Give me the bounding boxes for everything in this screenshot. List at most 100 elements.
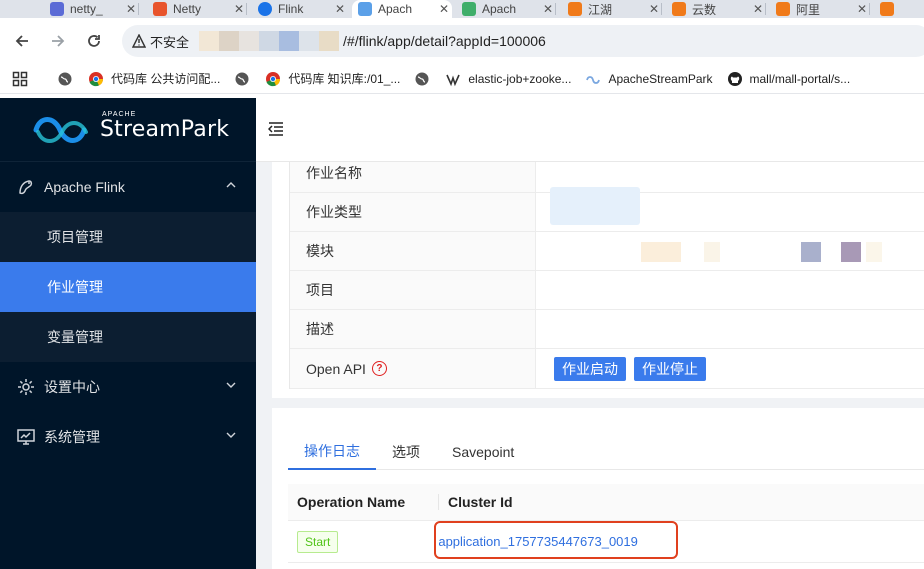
sidebar-item-label: 变量管理	[47, 329, 103, 345]
bookmark-item[interactable]: 代码库 知识库:/01_...	[265, 70, 400, 87]
browser-tab[interactable]: netty_ ✕	[44, 0, 139, 18]
close-icon[interactable]: ✕	[854, 2, 870, 16]
app-header	[256, 98, 924, 162]
chevron-down-icon	[226, 382, 236, 388]
monitor-icon	[17, 429, 35, 445]
menu-fold-icon[interactable]	[268, 122, 284, 136]
start-job-button[interactable]: 作业启动	[554, 356, 626, 381]
close-icon[interactable]: ✕	[123, 2, 139, 16]
app-logo[interactable]: APACHE StreamPark	[0, 98, 256, 162]
bookmark-item[interactable]	[414, 71, 437, 87]
chevron-up-icon	[226, 182, 236, 188]
detail-value	[536, 232, 924, 270]
column-header-cluster-id: Cluster Id	[438, 494, 513, 510]
sidebar-item-label: 设置中心	[44, 379, 100, 395]
detail-card: 作业名称 作业类型 模块 项目 描述 Open API ? 作业启动 作业停止	[272, 162, 924, 398]
tab-options[interactable]: 选项	[376, 434, 436, 470]
help-icon[interactable]: ?	[371, 361, 387, 376]
bookmark-label: mall/mall-portal/s...	[749, 71, 851, 86]
browser-tab[interactable]: 江湖 ✕	[562, 0, 662, 18]
sidebar-item-settings[interactable]: 设置中心	[0, 362, 256, 412]
close-icon[interactable]: ✕	[750, 2, 766, 16]
detail-tabs: 操作日志 选项 Savepoint	[288, 434, 924, 470]
bookmark-item[interactable]	[57, 71, 80, 87]
apps-bookmark[interactable]	[12, 71, 35, 87]
sidebar-item-label: Apache Flink	[44, 179, 125, 195]
detail-value	[536, 187, 924, 231]
tab-favicon-icon	[462, 2, 476, 16]
tab-favicon-icon	[358, 2, 372, 16]
globe-icon	[235, 72, 249, 85]
reload-button[interactable]	[83, 30, 105, 52]
globe-icon	[415, 72, 429, 85]
browser-tab-label: 江湖	[588, 2, 613, 17]
bookmark-item[interactable]: mall/mall-portal/s...	[727, 71, 851, 87]
warning-triangle-icon	[132, 34, 146, 48]
tab-savepoint[interactable]: Savepoint	[436, 434, 530, 470]
highlight-box	[434, 521, 678, 559]
sidebar-item-label: 系统管理	[44, 429, 100, 445]
sidebar-item-job-management[interactable]: 作业管理	[0, 262, 256, 312]
browser-tab[interactable]: Flink ✕	[252, 0, 348, 18]
tab-favicon-icon	[568, 2, 582, 16]
tab-favicon-icon	[258, 2, 272, 16]
close-icon[interactable]: ✕	[436, 2, 452, 16]
detail-value: 作业启动 作业停止	[536, 349, 924, 388]
github-icon	[727, 71, 742, 86]
back-button[interactable]	[11, 30, 33, 52]
detail-label: 作业名称	[290, 162, 536, 192]
browser-tab-label: netty_	[70, 2, 103, 16]
bookmark-item[interactable]: elastic-job+zooke...	[445, 71, 571, 87]
sidebar-item-apache-flink[interactable]: Apache Flink	[0, 162, 256, 212]
logo-name-text: StreamPark	[100, 117, 230, 142]
bookmark-item[interactable]: 代码库 公共访问配...	[88, 70, 220, 87]
detail-label: Open API ?	[290, 349, 536, 388]
address-bar[interactable]: 不安全 /#/flink/app/detail?appId=100006	[122, 25, 924, 57]
globe-icon	[58, 72, 72, 85]
detail-descriptions: 作业名称 作业类型 模块 项目 描述 Open API ? 作业启动 作业停止	[289, 162, 924, 389]
close-icon[interactable]: ✕	[646, 2, 662, 16]
tab-favicon-icon	[776, 2, 790, 16]
url-text: /#/flink/app/detail?appId=100006	[343, 33, 546, 49]
submenu-apache-flink: 项目管理 作业管理 变量管理	[0, 212, 256, 362]
security-chip[interactable]: 不安全	[132, 32, 189, 51]
redacted-value	[550, 187, 640, 225]
forward-button[interactable]	[47, 30, 69, 52]
chrome-icon	[89, 71, 104, 86]
tab-operation-log[interactable]: 操作日志	[288, 434, 376, 470]
bookmark-label: 代码库 知识库:/01_...	[288, 72, 401, 86]
browser-tab[interactable]	[874, 0, 924, 18]
sidebar-item-system[interactable]: 系统管理	[0, 412, 256, 462]
table-header: Operation Name Cluster Id	[288, 484, 924, 521]
sidebar-item-label: 作业管理	[47, 279, 103, 295]
elastic-icon	[446, 74, 461, 86]
browser-tab[interactable]: Netty ✕	[147, 0, 247, 18]
bookmark-item[interactable]	[234, 71, 257, 87]
redacted-value	[641, 242, 681, 262]
logo-text: APACHE StreamPark	[100, 111, 230, 142]
browser-toolbar: 不安全 /#/flink/app/detail?appId=100006	[0, 18, 924, 64]
close-icon[interactable]: ✕	[231, 2, 247, 16]
logo-apache-text: APACHE	[102, 111, 137, 118]
redacted-host	[199, 31, 340, 51]
browser-tab[interactable]: 云数 ✕	[666, 0, 766, 18]
tab-favicon-icon	[880, 2, 894, 16]
sidebar-item-variable-management[interactable]: 变量管理	[0, 312, 256, 362]
status-badge: Start	[297, 530, 339, 553]
detail-label: 模块	[290, 232, 536, 270]
detail-row-job-type: 作业类型	[290, 187, 924, 232]
close-icon[interactable]: ✕	[540, 2, 556, 16]
stop-job-button[interactable]: 作业停止	[634, 356, 706, 381]
detail-row-description: 描述	[290, 310, 924, 349]
flink-icon	[19, 180, 33, 195]
bookmark-label: elastic-job+zooke...	[468, 71, 572, 86]
sidebar: APACHE StreamPark Apache Flink 项目管理 作业管理…	[0, 98, 256, 569]
detail-row-module: 模块	[290, 232, 924, 271]
bookmark-item[interactable]: ApacheStreamPark	[585, 71, 713, 87]
close-icon[interactable]: ✕	[332, 2, 348, 16]
column-header-operation-name: Operation Name	[297, 494, 406, 510]
browser-tab[interactable]: Apach ✕	[456, 0, 556, 18]
sidebar-item-project-management[interactable]: 项目管理	[0, 212, 256, 262]
browser-tab-active[interactable]: Apach ✕	[352, 0, 452, 18]
browser-tab[interactable]: 阿里 ✕	[770, 0, 870, 18]
